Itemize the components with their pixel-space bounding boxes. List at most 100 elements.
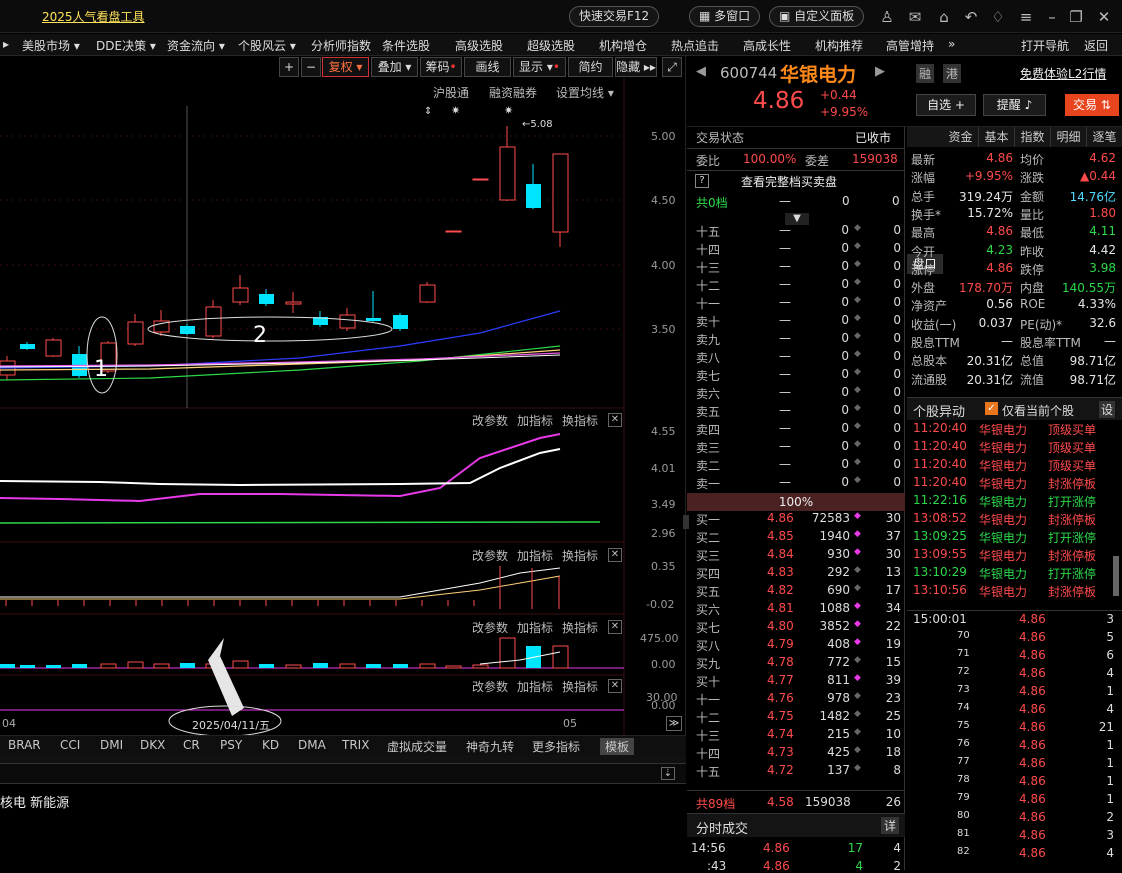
indicator-tab[interactable]: CR bbox=[183, 738, 200, 752]
sell-row[interactable]: 十四 — 0 ◆ 0 bbox=[687, 241, 905, 259]
sell-row[interactable]: 十二 — 0 ◆ 0 bbox=[687, 277, 905, 295]
sell-row[interactable]: 十三 — 0 ◆ 0 bbox=[687, 259, 905, 277]
custom-panel-button[interactable]: ▣ 自定义面板 bbox=[769, 6, 865, 27]
back-button[interactable]: 返回 bbox=[1084, 37, 1108, 54]
close-icon[interactable]: ✕ bbox=[608, 679, 622, 693]
buy-row[interactable]: 十二 4.75 1482 ◆ 25 bbox=[687, 709, 905, 727]
buy-row[interactable]: 买六 4.81 1088 ◆ 34 bbox=[687, 601, 905, 619]
simple-button[interactable]: 简约 bbox=[568, 57, 613, 77]
sub3-param-button[interactable]: 改参数 bbox=[472, 619, 508, 636]
menu-item-growth[interactable]: 高成长性 bbox=[743, 37, 791, 54]
tab-basic[interactable]: 基本 bbox=[979, 127, 1015, 147]
fq-dropdown[interactable]: 复权 ▾ bbox=[322, 57, 369, 77]
zoom-out-button[interactable]: − bbox=[301, 57, 321, 77]
next-stock-icon[interactable]: ▶ bbox=[875, 64, 885, 79]
skin-icon[interactable]: ♢ bbox=[988, 8, 1008, 26]
hk-tag[interactable]: 港 bbox=[943, 64, 962, 83]
help-icon[interactable]: ? bbox=[695, 174, 709, 188]
close-icon[interactable]: ✕ bbox=[1094, 8, 1114, 26]
move-row[interactable]: 13:10:56 华银电力 封涨停板 bbox=[907, 583, 1115, 601]
buy-row[interactable]: 买一 4.86 72583 ◆ 30 bbox=[687, 511, 905, 529]
buy-row[interactable]: 买十 4.77 811 ◆ 39 bbox=[687, 673, 905, 691]
menu-item[interactable]: ▸ bbox=[3, 37, 9, 51]
move-row[interactable]: 11:20:40 华银电力 顶级买单 bbox=[907, 457, 1115, 475]
sell-row[interactable]: 十五 — 0 ◆ 0 bbox=[687, 223, 905, 241]
move-row[interactable]: 11:22:16 华银电力 打开涨停 bbox=[907, 493, 1115, 511]
tag-margin[interactable]: 融资融券 bbox=[489, 84, 537, 101]
moves-settings-button[interactable]: 设 bbox=[1099, 401, 1116, 418]
sub1-add-button[interactable]: 加指标 bbox=[517, 412, 553, 429]
open-nav-button[interactable]: 打开导航 bbox=[1021, 37, 1069, 54]
trade-button[interactable]: 交易 ⇅ bbox=[1065, 94, 1119, 116]
tag-hk-connect[interactable]: 沪股通 bbox=[433, 84, 469, 101]
margin-tag[interactable]: 融 bbox=[916, 64, 935, 83]
indicator-tab[interactable]: TRIX bbox=[342, 738, 369, 752]
prev-stock-icon[interactable]: ◀ bbox=[696, 64, 706, 79]
move-row[interactable]: 13:09:55 华银电力 封涨停板 bbox=[907, 547, 1115, 565]
menu-item-super-select[interactable]: 超级选股 bbox=[527, 37, 575, 54]
buy-row[interactable]: 买九 4.78 772 ◆ 15 bbox=[687, 655, 905, 673]
menu-item-advanced-select[interactable]: 高级选股 bbox=[455, 37, 503, 54]
buy-row[interactable]: 买八 4.79 408 ◆ 19 bbox=[687, 637, 905, 655]
sub2-add-button[interactable]: 加指标 bbox=[517, 547, 553, 564]
sell-row[interactable]: 卖四 — 0 ◆ 0 bbox=[687, 421, 905, 439]
tab-detail[interactable]: 明细 bbox=[1051, 127, 1087, 147]
buy-row[interactable]: 十一 4.76 978 ◆ 23 bbox=[687, 691, 905, 709]
sub1-param-button[interactable]: 改参数 bbox=[472, 412, 508, 429]
tab-ticks[interactable]: 逐笔 bbox=[1087, 127, 1122, 147]
menu-item-analyst-index[interactable]: 分析师指数 bbox=[311, 37, 371, 54]
tab-index[interactable]: 指数 bbox=[1015, 127, 1051, 147]
menu-item-hotspot[interactable]: 热点追击 bbox=[671, 37, 719, 54]
indicator-tab[interactable]: DMA bbox=[298, 738, 326, 752]
user-icon[interactable]: ♙ bbox=[877, 8, 897, 26]
menu-more[interactable]: » bbox=[948, 37, 955, 51]
only-current-label[interactable]: 仅看当前个股 bbox=[1002, 402, 1074, 419]
indicator-tab[interactable]: DKX bbox=[140, 738, 165, 752]
menu-item-fund-flow[interactable]: 资金流向 ▾ bbox=[167, 37, 225, 54]
indicator-tab[interactable]: DMI bbox=[100, 738, 123, 752]
close-icon[interactable]: ✕ bbox=[608, 413, 622, 427]
menu-item-stock-news[interactable]: 个股风云 ▾ bbox=[238, 37, 296, 54]
indicator-tab[interactable]: 虚拟成交量 bbox=[387, 738, 447, 755]
sub3-switch-button[interactable]: 换指标 bbox=[562, 619, 598, 636]
panel-toggle-handle[interactable] bbox=[683, 515, 689, 529]
move-row[interactable]: 13:09:25 华银电力 打开涨停 bbox=[907, 529, 1115, 547]
hide-button[interactable]: 隐藏 ▸▸ bbox=[615, 57, 657, 77]
l2-link[interactable]: 免费体验L2行情 bbox=[1020, 65, 1106, 82]
sell-row[interactable]: 卖八 — 0 ◆ 0 bbox=[687, 349, 905, 367]
sell-row[interactable]: 卖五 — 0 ◆ 0 bbox=[687, 403, 905, 421]
move-row[interactable]: 11:20:40 华银电力 顶级买单 bbox=[907, 439, 1115, 457]
alert-button[interactable]: 提醒 ♪ bbox=[983, 94, 1046, 116]
display-dropdown[interactable]: 显示 ▾• bbox=[513, 57, 566, 77]
sell-row[interactable]: 卖三 — 0 ◆ 0 bbox=[687, 439, 905, 457]
menu-item-inst-recommend[interactable]: 机构推荐 bbox=[815, 37, 863, 54]
menu-item-dde[interactable]: DDE决策 ▾ bbox=[96, 37, 156, 54]
indicator-tab[interactable]: CCI bbox=[60, 738, 80, 752]
sub3-add-button[interactable]: 加指标 bbox=[517, 619, 553, 636]
buy-row[interactable]: 买二 4.85 1940 ◆ 37 bbox=[687, 529, 905, 547]
move-row[interactable]: 13:08:52 华银电力 封涨停板 bbox=[907, 511, 1115, 529]
back-icon[interactable]: ↶ bbox=[961, 8, 981, 26]
buy-row[interactable]: 买七 4.80 3852 ◆ 22 bbox=[687, 619, 905, 637]
sell-row[interactable]: 卖二 — 0 ◆ 0 bbox=[687, 457, 905, 475]
menu-item-exec-increase[interactable]: 高管增持 bbox=[886, 37, 934, 54]
collapse-icon[interactable]: ⇣ bbox=[661, 767, 675, 780]
indicator-tab[interactable]: 更多指标 bbox=[532, 738, 580, 755]
tab-funds[interactable]: 资金 bbox=[943, 127, 979, 147]
buy-row[interactable]: 买五 4.82 690 ◆ 17 bbox=[687, 583, 905, 601]
buy-row[interactable]: 十四 4.73 425 ◆ 18 bbox=[687, 745, 905, 763]
chips-button[interactable]: 筹码• bbox=[420, 57, 462, 77]
promo-link[interactable]: 2025人气看盘工具 bbox=[42, 8, 145, 25]
indicator-tab[interactable]: BRAR bbox=[8, 738, 41, 752]
move-row[interactable]: 11:20:40 华银电力 顶级买单 bbox=[907, 421, 1115, 439]
move-row[interactable]: 11:20:40 华银电力 封涨停板 bbox=[907, 475, 1115, 493]
menu-item-inst-increase[interactable]: 机构增仓 bbox=[599, 37, 647, 54]
sub1-switch-button[interactable]: 换指标 bbox=[562, 412, 598, 429]
watchlist-button[interactable]: 自选 + bbox=[916, 94, 976, 116]
sub4-switch-button[interactable]: 换指标 bbox=[562, 678, 598, 695]
overlay-dropdown[interactable]: 叠加 ▾ bbox=[371, 57, 418, 77]
sell-row[interactable]: 十一 — 0 ◆ 0 bbox=[687, 295, 905, 313]
indicator-tab[interactable]: PSY bbox=[220, 738, 242, 752]
buy-row[interactable]: 十五 4.72 137 ◆ 8 bbox=[687, 763, 905, 781]
ma-settings-dropdown[interactable]: 设置均线 ▾ bbox=[556, 84, 614, 101]
